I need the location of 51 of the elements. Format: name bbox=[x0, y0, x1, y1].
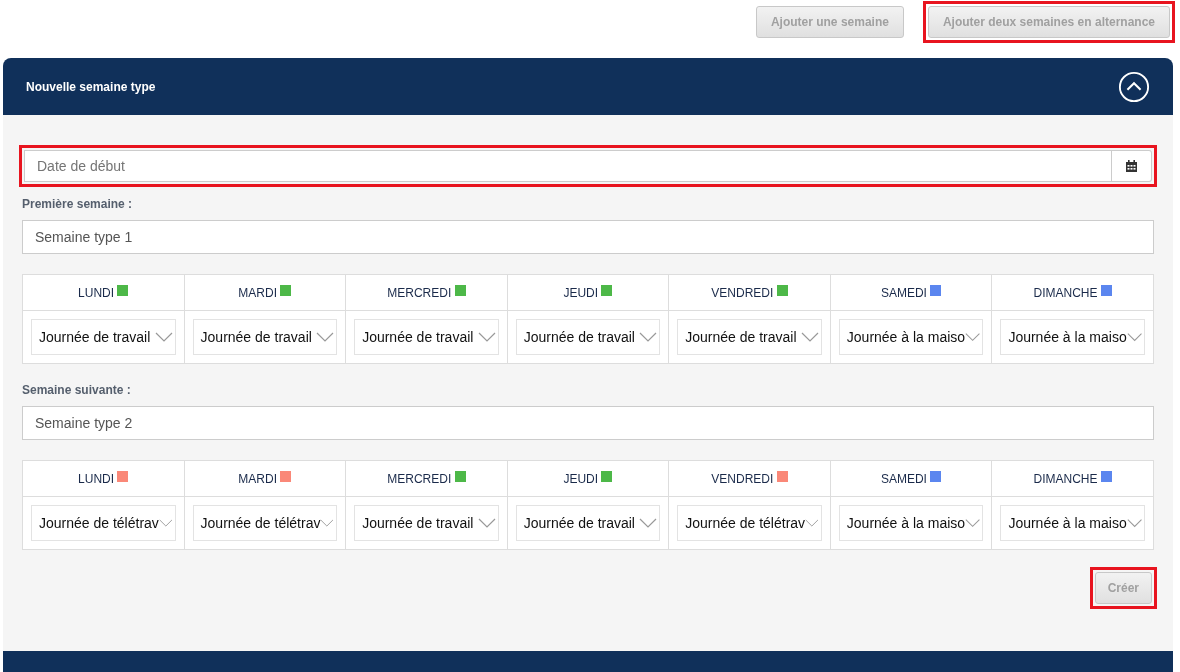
day-header: LUNDI bbox=[22, 274, 185, 311]
day-type-select[interactable]: Journée de télétrav bbox=[31, 505, 176, 541]
day-type-select[interactable]: Journée de travail bbox=[354, 505, 499, 541]
chevron-down-icon bbox=[639, 518, 658, 528]
day-type-select[interactable]: Journée de travail bbox=[192, 319, 338, 355]
panel-title: Nouvelle semaine type bbox=[26, 79, 156, 94]
chevron-down-icon bbox=[158, 518, 173, 528]
day-type-select[interactable]: Journée de travail bbox=[515, 319, 661, 355]
collapse-icon[interactable] bbox=[1118, 70, 1150, 103]
chevron-down-icon bbox=[965, 518, 981, 528]
day-type-select[interactable]: Journée de télétrav bbox=[677, 505, 822, 541]
day-header: DIMANCHE bbox=[991, 274, 1154, 311]
chevron-down-icon bbox=[805, 518, 819, 528]
date-field[interactable]: Date de début bbox=[24, 150, 1112, 182]
day-header: SAMEDI bbox=[830, 460, 992, 497]
day-header: DIMANCHE bbox=[991, 460, 1154, 497]
week-name-field[interactable]: Semaine type 1 bbox=[22, 220, 1154, 254]
chevron-down-icon bbox=[477, 518, 496, 528]
chevron-down-icon bbox=[320, 518, 335, 528]
chevron-down-icon bbox=[477, 332, 496, 342]
day-type-select[interactable]: Journée à la maiso bbox=[838, 505, 984, 541]
chevron-down-icon bbox=[1126, 518, 1142, 528]
chevron-down-icon bbox=[316, 332, 335, 342]
day-type-select[interactable]: Journée de travail bbox=[31, 319, 176, 355]
day-header: LUNDI bbox=[22, 460, 185, 497]
day-header: MERCREDI bbox=[345, 460, 508, 497]
day-type-select[interactable]: Journée de télétrav bbox=[192, 505, 338, 541]
chevron-down-icon bbox=[965, 332, 981, 342]
week-name-field[interactable]: Semaine type 2 bbox=[22, 406, 1154, 440]
chevron-down-icon bbox=[639, 332, 658, 342]
day-header: MARDI bbox=[184, 274, 346, 311]
day-type-select[interactable]: Journée à la maiso bbox=[838, 319, 984, 355]
day-header: VENDREDI bbox=[668, 274, 831, 311]
chevron-down-icon bbox=[1126, 332, 1142, 342]
day-header: VENDREDI bbox=[668, 460, 831, 497]
day-header: JEUDI bbox=[507, 460, 669, 497]
calendar-icon bbox=[1125, 159, 1138, 173]
day-header: MERCREDI bbox=[345, 274, 508, 311]
day-type-select[interactable]: Journée de travail bbox=[354, 319, 499, 355]
chevron-down-icon bbox=[800, 332, 819, 342]
week-label: Semaine suivante : bbox=[22, 383, 132, 397]
day-type-select[interactable]: Journée à la maiso bbox=[1000, 505, 1145, 541]
day-header: MARDI bbox=[184, 460, 346, 497]
chevron-down-icon bbox=[154, 332, 173, 342]
calendar-button[interactable] bbox=[1112, 150, 1152, 182]
day-header: JEUDI bbox=[507, 274, 669, 311]
day-type-select[interactable]: Journée de travail bbox=[515, 505, 661, 541]
week-label: Première semaine : bbox=[22, 197, 134, 211]
day-type-select[interactable]: Journée à la maiso bbox=[1000, 319, 1145, 355]
day-header: SAMEDI bbox=[830, 274, 992, 311]
day-type-select[interactable]: Journée de travail bbox=[677, 319, 822, 355]
